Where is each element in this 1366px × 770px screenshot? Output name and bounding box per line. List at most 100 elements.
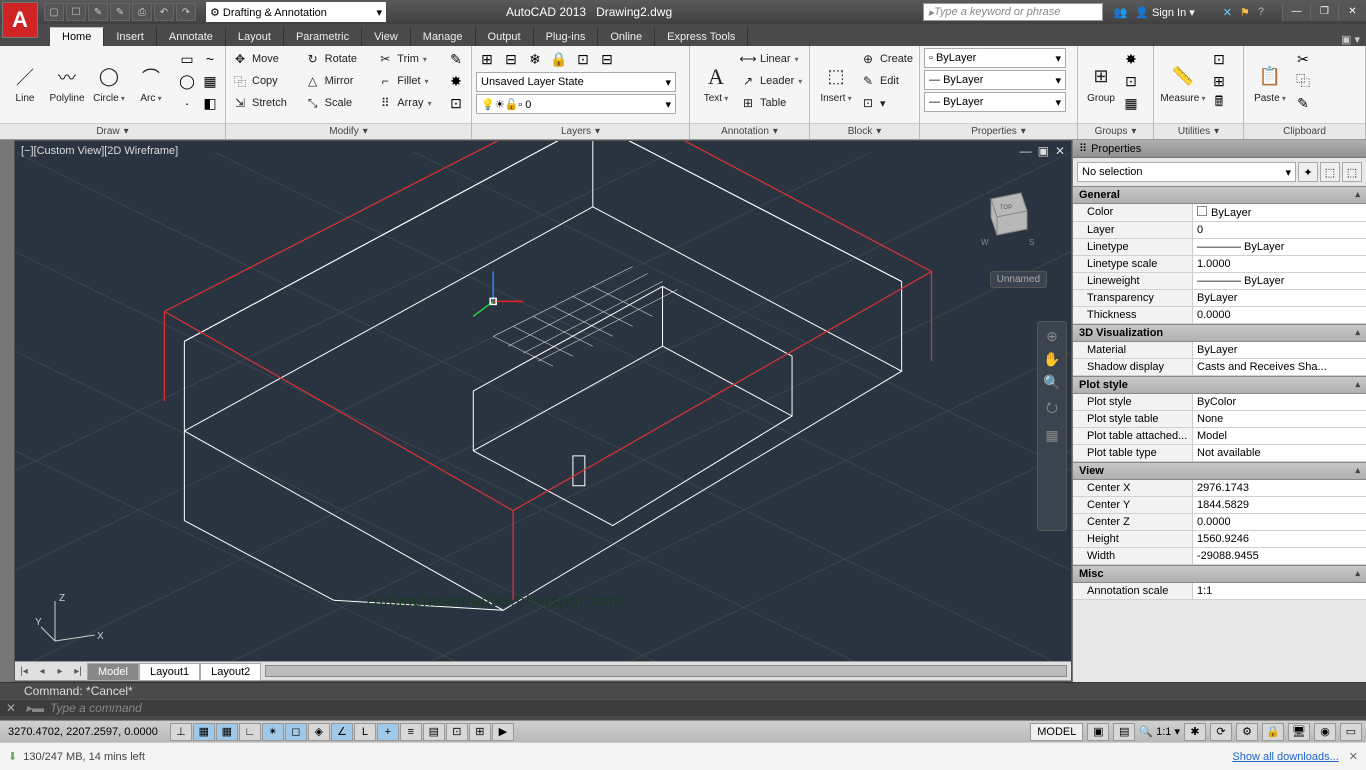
- prop-value[interactable]: 1560.9246: [1193, 531, 1366, 547]
- viewcube[interactable]: TOP W S: [971, 181, 1041, 251]
- tab-model[interactable]: Model: [87, 663, 139, 681]
- prop-value[interactable]: ByLayer: [1193, 342, 1366, 358]
- trim-button[interactable]: ✂Trim: [375, 48, 445, 70]
- grid-icon[interactable]: ▦: [216, 723, 238, 741]
- prop-value[interactable]: 2976.1743: [1193, 480, 1366, 496]
- orbit-icon[interactable]: ⭮: [1046, 397, 1058, 421]
- app-logo[interactable]: A: [2, 2, 38, 38]
- lineweight-dropdown[interactable]: — ByLayer▾: [924, 70, 1066, 90]
- prop-row[interactable]: ColorByLayer: [1073, 204, 1366, 222]
- qa-saveas-icon[interactable]: ✎: [110, 3, 130, 21]
- panel-expand-icon[interactable]: ▣ ▾: [1335, 33, 1366, 46]
- tab-layout[interactable]: Layout: [226, 28, 284, 46]
- linear-button[interactable]: ⟷Linear: [738, 48, 804, 70]
- offset-icon[interactable]: ⊡: [445, 92, 467, 114]
- osnap-icon[interactable]: ◻: [285, 723, 307, 741]
- tab-plugins[interactable]: Plug-ins: [534, 28, 599, 46]
- vp-close-icon[interactable]: ✕: [1055, 144, 1065, 158]
- prop-value[interactable]: 1:1: [1193, 583, 1366, 599]
- prop-row[interactable]: Height1560.9246: [1073, 531, 1366, 548]
- create-button[interactable]: ⊕Create: [858, 48, 915, 70]
- prop-row[interactable]: Center X2976.1743: [1073, 480, 1366, 497]
- am-icon[interactable]: ▶: [492, 723, 514, 741]
- modelspace-button[interactable]: MODEL: [1030, 723, 1083, 741]
- layermatch-icon[interactable]: ⊡: [572, 48, 594, 70]
- layer-dropdown[interactable]: 💡☀🔓▫ 0▾: [476, 94, 676, 114]
- navigation-bar[interactable]: ⊕ ✋ 🔍 ⭮ ▦: [1037, 321, 1067, 531]
- selectobj-icon[interactable]: ⬚: [1320, 162, 1340, 182]
- leader-button[interactable]: ↗Leader: [738, 70, 804, 92]
- polar-icon[interactable]: ✴: [262, 723, 284, 741]
- close-button[interactable]: ✕: [1338, 3, 1366, 21]
- prop-value[interactable]: -29088.9455: [1193, 548, 1366, 564]
- prop-value[interactable]: ———— ByLayer: [1193, 239, 1366, 255]
- properties-title[interactable]: ⠿Properties: [1073, 140, 1366, 158]
- search-input[interactable]: ▸ Type a keyword or phrase: [923, 3, 1103, 21]
- tab-home[interactable]: Home: [50, 27, 104, 46]
- prop-row[interactable]: Thickness0.0000: [1073, 307, 1366, 324]
- layer-state-dropdown[interactable]: Unsaved Layer State▾: [476, 72, 676, 92]
- palette-rail[interactable]: [0, 140, 14, 682]
- stayconnected-icon[interactable]: ⚑: [1240, 6, 1250, 19]
- array-button[interactable]: ⠿Array: [375, 92, 445, 114]
- 3dosnap-icon[interactable]: ◈: [308, 723, 330, 741]
- measure-button[interactable]: 📏Measure: [1158, 48, 1208, 118]
- prop-row[interactable]: Center Y1844.5829: [1073, 497, 1366, 514]
- qa-undo-icon[interactable]: ↶: [154, 3, 174, 21]
- editattr-button[interactable]: ⊡▾: [858, 92, 915, 114]
- ortho-icon[interactable]: ∟: [239, 723, 261, 741]
- matchprop-icon[interactable]: ✎: [1292, 92, 1314, 114]
- layerprev-icon[interactable]: ⊟: [596, 48, 618, 70]
- sc-icon[interactable]: ⊞: [469, 723, 491, 741]
- selectall-icon[interactable]: ⊡: [1208, 48, 1230, 70]
- show-all-downloads-link[interactable]: Show all downloads...: [1232, 751, 1338, 763]
- tab-last-icon[interactable]: ▸|: [69, 666, 87, 677]
- cleanscreen-icon[interactable]: ▭: [1340, 723, 1362, 741]
- lwt-icon[interactable]: ≡: [400, 723, 422, 741]
- annoscale-display[interactable]: 🔍 1:1 ▾: [1139, 725, 1180, 738]
- prop-row[interactable]: Annotation scale1:1: [1073, 583, 1366, 600]
- tab-manage[interactable]: Manage: [411, 28, 476, 46]
- ungroup-icon[interactable]: ✸: [1120, 48, 1142, 70]
- prop-value[interactable]: Not available: [1193, 445, 1366, 461]
- ellipse-icon[interactable]: ◯: [176, 70, 198, 92]
- qa-redo-icon[interactable]: ↷: [176, 3, 196, 21]
- prop-value[interactable]: Casts and Receives Sha...: [1193, 359, 1366, 375]
- qa-new-icon[interactable]: ▢: [44, 3, 64, 21]
- prop-row[interactable]: Plot table attached...Model: [1073, 428, 1366, 445]
- tab-view[interactable]: View: [362, 28, 411, 46]
- circle-button[interactable]: ◯Circle: [88, 48, 130, 118]
- copyclip-icon[interactable]: ⿻: [1292, 70, 1314, 92]
- toolbar-lock-icon[interactable]: 🔒: [1262, 723, 1284, 741]
- prop-value[interactable]: ByLayer: [1193, 290, 1366, 306]
- qa-open-icon[interactable]: ☐: [66, 3, 86, 21]
- layerfrz-icon[interactable]: ❄: [524, 48, 546, 70]
- infer-icon[interactable]: ⊥: [170, 723, 192, 741]
- qa-plot-icon[interactable]: ⎙: [132, 3, 152, 21]
- linetype-dropdown[interactable]: — ByLayer▾: [924, 92, 1066, 112]
- prop-row[interactable]: Plot styleByColor: [1073, 394, 1366, 411]
- vp-max-icon[interactable]: ▣: [1038, 144, 1049, 158]
- tab-online[interactable]: Online: [598, 28, 655, 46]
- pan-icon[interactable]: ✋: [1043, 351, 1060, 368]
- prop-row[interactable]: Width-29088.9455: [1073, 548, 1366, 565]
- table-button[interactable]: ⊞Table: [738, 92, 804, 114]
- prop-category[interactable]: General: [1073, 186, 1366, 204]
- tab-annotate[interactable]: Annotate: [157, 28, 226, 46]
- ucs-name-tag[interactable]: Unnamed: [990, 271, 1047, 288]
- erase-icon[interactable]: ✎: [445, 48, 467, 70]
- hardware-icon[interactable]: 🖥: [1288, 723, 1310, 741]
- tab-prev-icon[interactable]: ◂: [33, 666, 51, 677]
- polyline-button[interactable]: 〰Polyline: [46, 48, 88, 118]
- restore-button[interactable]: ❐: [1310, 3, 1338, 21]
- minimize-button[interactable]: —: [1282, 3, 1310, 21]
- prop-row[interactable]: MaterialByLayer: [1073, 342, 1366, 359]
- layeroff-icon[interactable]: ⊟: [500, 48, 522, 70]
- viewport-label[interactable]: [−][Custom View][2D Wireframe]: [21, 145, 178, 157]
- exchange-icon[interactable]: ✕: [1223, 6, 1232, 19]
- prop-value[interactable]: 0.0000: [1193, 307, 1366, 323]
- spline-icon[interactable]: ~: [199, 48, 221, 70]
- download-item[interactable]: ⬇ 130/247 MB, 14 mins left: [8, 750, 145, 763]
- tab-next-icon[interactable]: ▸: [51, 666, 69, 677]
- prop-row[interactable]: TransparencyByLayer: [1073, 290, 1366, 307]
